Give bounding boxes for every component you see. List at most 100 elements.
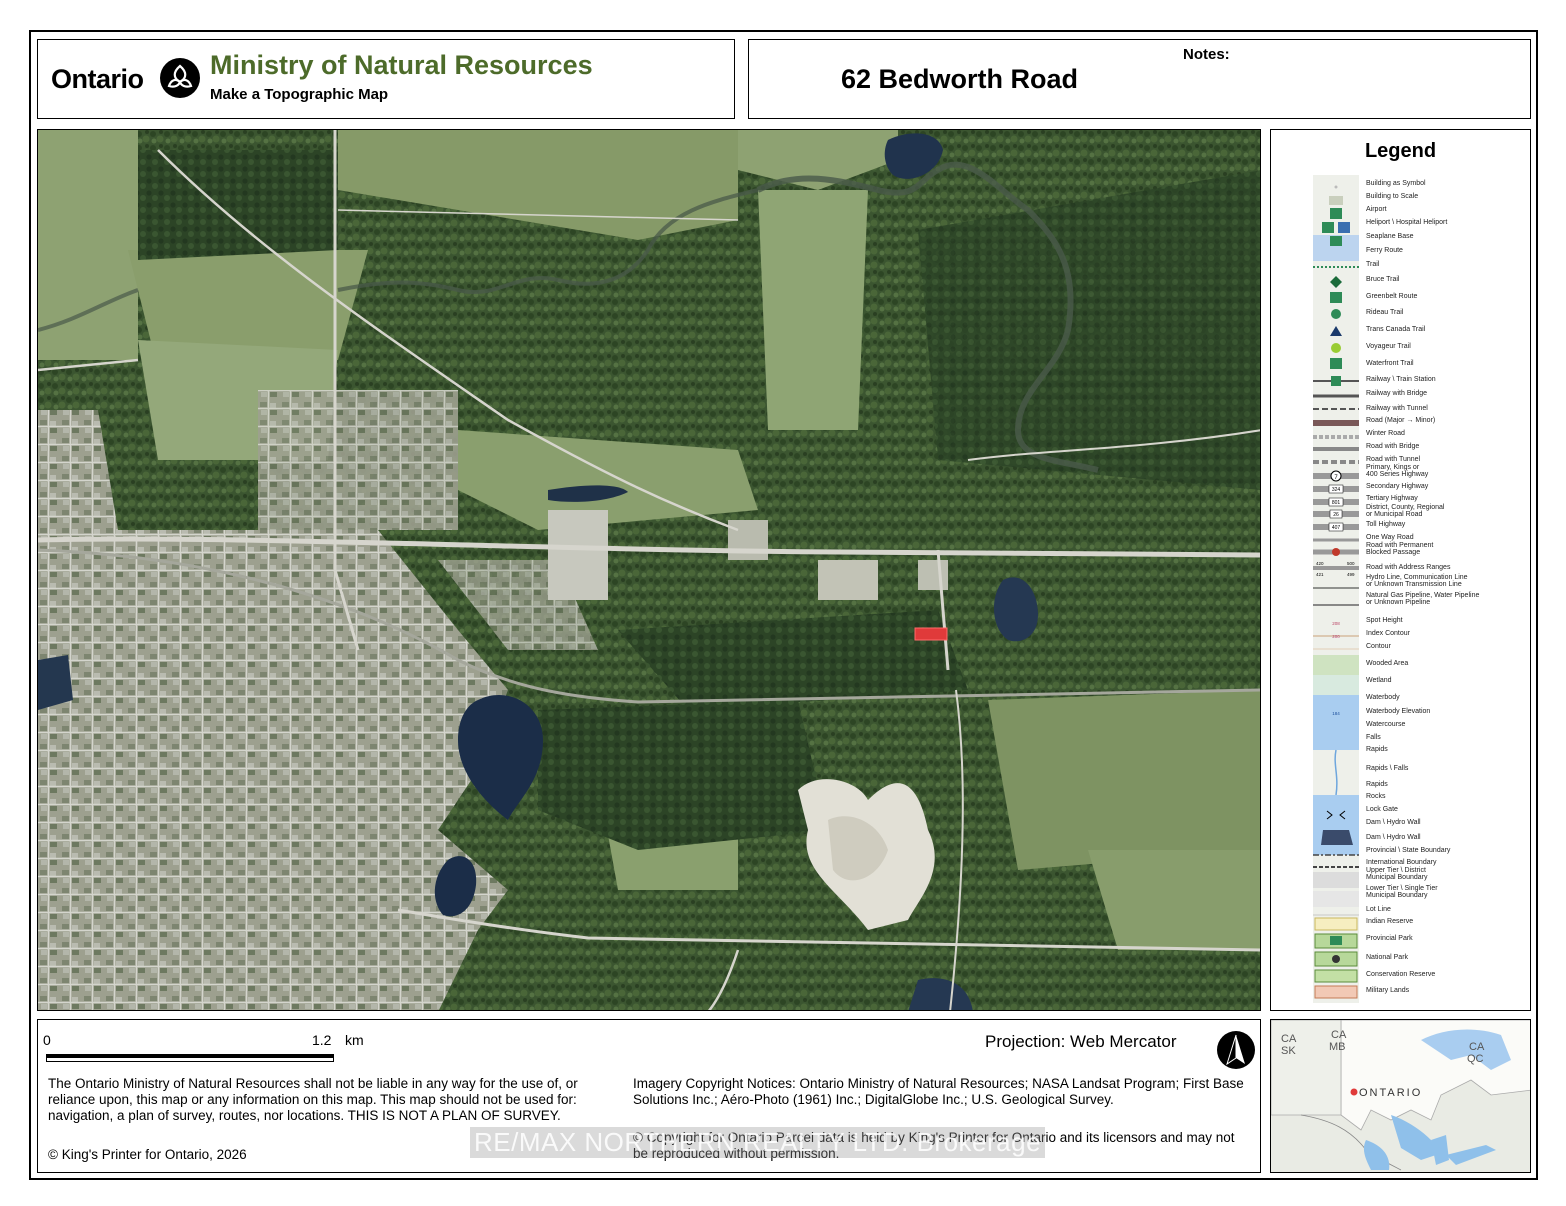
legend-item: Railway with Bridge [1366, 390, 1428, 397]
legend-item: Ferry Route [1366, 247, 1403, 254]
imagery-copyright: Imagery Copyright Notices: Ontario Minis… [633, 1076, 1244, 1107]
legend-item: Index Contour [1366, 630, 1410, 637]
legend-item: Provincial Park [1366, 935, 1413, 942]
locator-inset-map: CA SK CA MB CA QC ONTARIO [1270, 1019, 1531, 1173]
ministry-header: Ontario Ministry of Natural Resources Ma… [37, 39, 735, 119]
notes-label: Notes: [1183, 46, 1230, 63]
legend-item: Contour [1366, 643, 1391, 650]
legend-panel: Legend 7 324 801 26 407 420 500 421 499 … [1270, 129, 1531, 1011]
map-subtitle: Make a Topographic Map [210, 86, 389, 103]
ontario-wordmark: Ontario [51, 64, 144, 94]
legend-item: Lower Tier \ Single Tier Municipal Bound… [1366, 884, 1438, 899]
inset-map: CA SK CA MB CA QC ONTARIO [1271, 1020, 1530, 1172]
legend-item: Dam \ Hydro Wall [1366, 819, 1421, 826]
legend-item: Secondary Highway [1366, 483, 1429, 490]
map-footer: 0 1.2 km Projection: Web Mercator The On… [37, 1019, 1261, 1173]
property-address: 62 Bedworth Road [841, 64, 1079, 94]
svg-text:324: 324 [1332, 487, 1341, 493]
svg-text:500: 500 [1347, 561, 1355, 566]
svg-text:CA: CA [1331, 1029, 1347, 1041]
legend-item: Hydro Line, Communication Line or Unknow… [1366, 573, 1468, 588]
legend-item: Building as Symbol [1366, 180, 1426, 187]
scale-bar [46, 1054, 334, 1062]
legend-item: Rapids [1366, 781, 1388, 788]
svg-text:420: 420 [1316, 561, 1324, 566]
legend-item: Indian Reserve [1366, 918, 1414, 925]
legend-title: Legend [1364, 140, 1437, 162]
legend-item: Military Lands [1366, 987, 1410, 994]
legend-item: Toll Highway [1366, 521, 1406, 528]
legend-item: Watercourse [1366, 721, 1406, 728]
legend-item: Voyageur Trail [1366, 343, 1411, 350]
legend-item: Bruce Trail [1366, 276, 1400, 283]
legend-item: District, County, Regional or Municipal … [1366, 503, 1445, 518]
svg-text:26: 26 [1333, 512, 1339, 518]
legend-item: Dam \ Hydro Wall [1366, 834, 1421, 841]
legend-item: Lock Gate [1366, 806, 1398, 813]
svg-text:QC: QC [1467, 1053, 1484, 1065]
legend-symbols-icon: 7 324 801 26 407 420 500 421 499 208 200… [1313, 185, 1359, 999]
legend-item: Road with Permanent Blocked Passage [1366, 541, 1434, 556]
legend-item: Rideau Trail [1366, 309, 1404, 316]
legend-item: Conservation Reserve [1366, 971, 1436, 978]
legend-item: Railway with Tunnel [1366, 405, 1428, 412]
legend-item: Upper Tier \ District Municipal Boundary [1366, 866, 1428, 881]
scale-bar-unit: km [345, 1032, 364, 1048]
legend-item: Wooded Area [1366, 660, 1409, 667]
svg-text:801: 801 [1332, 500, 1341, 506]
legend-item: Waterfront Trail [1366, 360, 1414, 367]
svg-text:MB: MB [1329, 1041, 1346, 1053]
legend-item: Rocks [1366, 793, 1386, 800]
legend-item: Greenbelt Route [1366, 293, 1418, 300]
legend-item: Lot Line [1366, 906, 1391, 913]
legend-item: Seaplane Base [1366, 233, 1414, 240]
legend-item: Airport [1366, 206, 1387, 213]
legend-item: International Boundary [1366, 859, 1437, 866]
legend-item: Road with Tunnel [1366, 456, 1421, 463]
legend-item: National Park [1366, 954, 1409, 961]
legend-item: Railway \ Train Station [1366, 376, 1436, 383]
legend-item: Natural Gas Pipeline, Water Pipeline or … [1366, 591, 1480, 606]
scale-bar-end: 1.2 [312, 1032, 332, 1048]
aerial-map[interactable] [37, 129, 1261, 1011]
legend-item: One Way Road [1366, 534, 1414, 541]
svg-text:CA: CA [1469, 1041, 1485, 1053]
legend-item: Waterbody Elevation [1366, 708, 1431, 715]
legend-item: Primary, Kings or 400 Series Highway [1366, 463, 1429, 478]
legend-item: Spot Height [1366, 617, 1403, 624]
subject-parcel [914, 627, 948, 641]
north-arrow-icon [1217, 1031, 1255, 1069]
legend-item: Rapids [1366, 746, 1388, 753]
scale-bar-start: 0 [43, 1032, 51, 1048]
legend-item: Road (Major → Minor) [1366, 417, 1436, 424]
svg-text:499: 499 [1347, 572, 1355, 577]
projection-label: Projection: Web Mercator [985, 1032, 1177, 1051]
legend-item: Trans Canada Trail [1366, 326, 1426, 333]
svg-text:200: 200 [1332, 634, 1340, 639]
legend-item: Falls [1366, 734, 1381, 741]
legend-item: Road with Address Ranges [1366, 564, 1451, 571]
legend-item: Tertiary Highway [1366, 495, 1418, 502]
address-header: 62 Bedworth Road Notes: [748, 39, 1531, 119]
legend-symbol-strip: 7 324 801 26 407 420 500 421 499 208 200… [1313, 175, 1359, 1003]
ministry-name: Ministry of Natural Resources [210, 50, 593, 80]
brokerage-watermark: RE/MAX NORTHERN REALTY LTD. Brokerage [470, 1127, 1046, 1158]
legend-item: Heliport \ Hospital Heliport [1366, 219, 1448, 226]
svg-text:208: 208 [1332, 621, 1340, 626]
svg-text:CA: CA [1281, 1033, 1297, 1045]
legend-item: Waterbody [1366, 694, 1400, 701]
svg-text:184: 184 [1332, 711, 1340, 716]
liability-disclaimer: The Ontario Ministry of Natural Resource… [48, 1076, 578, 1123]
legend-item: Road with Bridge [1366, 443, 1420, 450]
aerial-imagery [38, 130, 1260, 1010]
legend-item: Rapids \ Falls [1366, 765, 1409, 772]
svg-text:407: 407 [1332, 525, 1341, 531]
legend-item: Winter Road [1366, 430, 1405, 437]
kings-printer-copyright: © King's Printer for Ontario, 2026 [48, 1147, 247, 1162]
legend-item: Trail [1366, 261, 1380, 268]
trillium-logo-icon [160, 58, 200, 98]
svg-text:ONTARIO: ONTARIO [1359, 1087, 1422, 1099]
legend-item: Provincial \ State Boundary [1366, 847, 1451, 854]
legend-item: Building to Scale [1366, 193, 1419, 200]
legend-item: Wetland [1366, 677, 1392, 684]
